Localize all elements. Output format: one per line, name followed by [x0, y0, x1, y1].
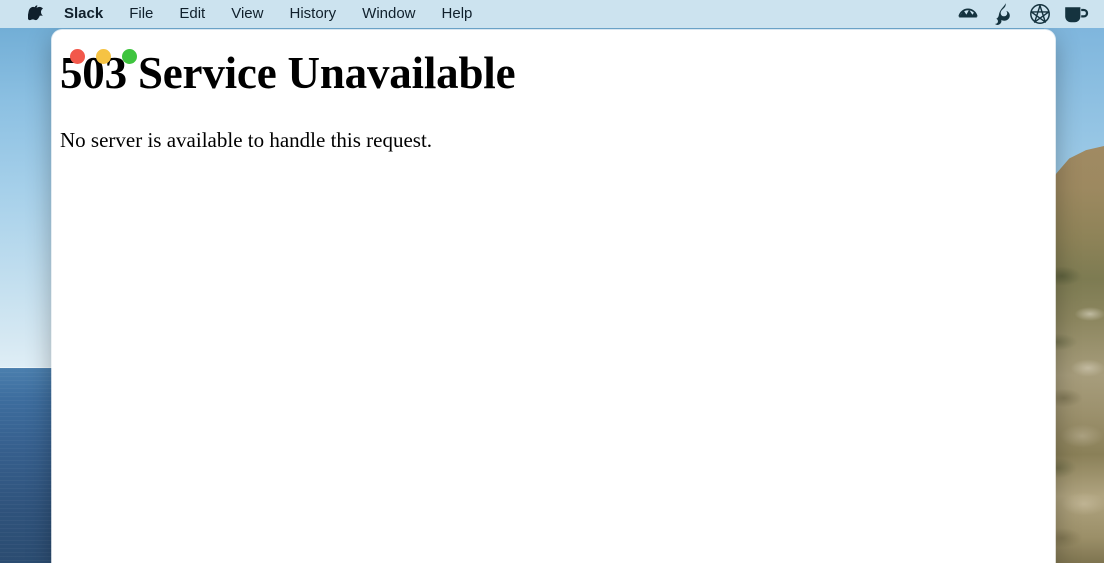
- mountain-circle-icon[interactable]: [950, 0, 986, 28]
- close-window-button[interactable]: [70, 49, 85, 64]
- menu-item-history[interactable]: History: [276, 0, 349, 28]
- maximize-window-button[interactable]: [122, 49, 137, 64]
- pentagram-circle-icon[interactable]: [1022, 0, 1058, 28]
- flame-droplet-icon[interactable]: [986, 0, 1022, 28]
- menu-bar: Slack File Edit View History Window Help: [0, 0, 1104, 28]
- error-page: 503 Service Unavailable No server is ava…: [52, 30, 1055, 563]
- page-body-text: No server is available to handle this re…: [60, 128, 433, 153]
- screen: 503 Service Unavailable No server is ava…: [0, 0, 1104, 563]
- apple-logo-icon[interactable]: [18, 5, 52, 23]
- coffee-mug-icon[interactable]: [1058, 0, 1094, 28]
- menu-item-app-name[interactable]: Slack: [52, 0, 116, 28]
- menu-bar-left: Slack File Edit View History Window Help: [0, 0, 485, 28]
- menu-item-help[interactable]: Help: [429, 0, 486, 28]
- page-title: 503 Service Unavailable: [60, 48, 516, 98]
- browser-window[interactable]: 503 Service Unavailable No server is ava…: [52, 30, 1055, 563]
- menu-item-view[interactable]: View: [218, 0, 276, 28]
- menu-item-window[interactable]: Window: [349, 0, 428, 28]
- menu-bar-status-area: [950, 0, 1104, 28]
- menu-item-file[interactable]: File: [116, 0, 166, 28]
- window-traffic-lights: [70, 49, 137, 64]
- menu-item-edit[interactable]: Edit: [166, 0, 218, 28]
- minimize-window-button[interactable]: [96, 49, 111, 64]
